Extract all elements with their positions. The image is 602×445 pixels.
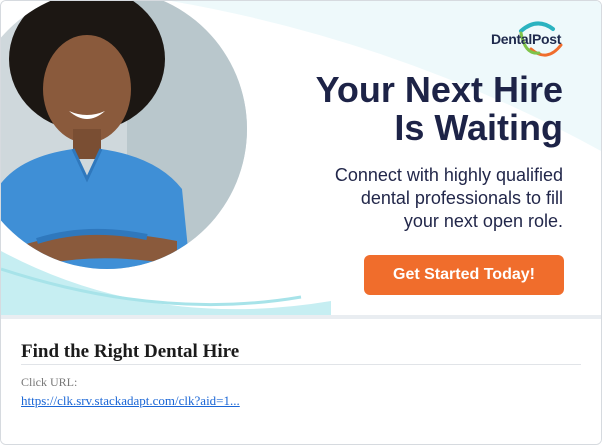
subtext-line-2: dental professionals to fill	[360, 188, 563, 208]
headline: Your Next Hire Is Waiting	[263, 71, 563, 147]
ad-banner[interactable]: DentalPost Your Next Hire Is Waiting Con…	[1, 1, 601, 315]
get-started-button[interactable]: Get Started Today!	[364, 255, 564, 295]
ad-title: Find the Right Dental Hire	[21, 341, 240, 362]
nurse-photo	[1, 1, 247, 289]
ad-details: Find the Right Dental Hire Click URL: ht…	[1, 319, 601, 444]
dentalpost-logo[interactable]: DentalPost	[491, 19, 571, 63]
headline-line-1: Your Next Hire	[315, 69, 563, 110]
headline-line-2: Is Waiting	[394, 107, 563, 148]
subtext-line-1: Connect with highly qualified	[334, 165, 563, 185]
click-url-label: Click URL:	[21, 375, 78, 389]
title-rule	[21, 364, 581, 365]
subtext-line-3: your next open role.	[403, 211, 563, 231]
click-url-link[interactable]: https://clk.srv.stackadapt.com/clk?aid=1…	[21, 393, 240, 409]
ad-card: DentalPost Your Next Hire Is Waiting Con…	[0, 0, 602, 445]
logo-text: DentalPost	[491, 31, 562, 47]
subtext: Connect with highly qualified dental pro…	[283, 164, 563, 233]
